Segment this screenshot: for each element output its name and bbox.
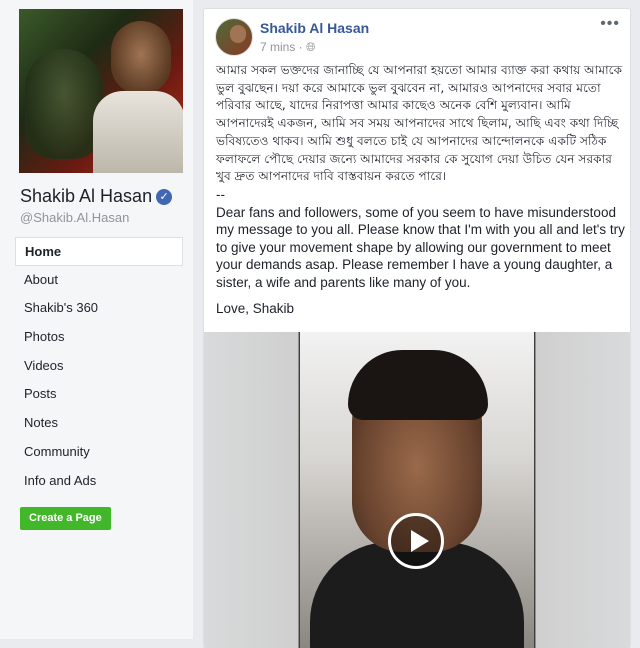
create-page-button[interactable]: Create a Page — [20, 507, 111, 530]
page-nav: Home About Shakib's 360 Photos Videos Po… — [15, 237, 183, 495]
post-meta: 7 mins · 🌐︎ — [260, 40, 316, 54]
page-handle[interactable]: @Shakib.Al.Hasan — [20, 210, 129, 225]
globe-icon: 🌐︎ — [306, 40, 316, 54]
video-figure-hair — [348, 350, 488, 420]
nav-item-posts[interactable]: Posts — [15, 380, 183, 409]
post-text-english: Dear fans and followers, some of you see… — [216, 204, 625, 290]
verified-check-icon: ✓ — [156, 189, 173, 205]
video-frame — [300, 332, 534, 648]
page-title[interactable]: Shakib Al Hasan ✓ — [20, 186, 173, 207]
nav-item-notes[interactable]: Notes — [15, 409, 183, 438]
post-text-bangla: আমার সকল ভক্তদের জানাচ্ছি যে আপনারা হয়ত… — [216, 63, 623, 184]
nav-item-home[interactable]: Home — [15, 237, 183, 266]
post-body: আমার সকল ভক্তদের জানাচ্ছি যে আপনারা হয়ত… — [216, 62, 626, 318]
cover-figure-face — [111, 21, 171, 95]
cover-figure-left — [25, 49, 103, 159]
post-card: Shakib Al Hasan 7 mins · 🌐︎ ••• আমার সকল… — [203, 8, 631, 648]
page-title-text[interactable]: Shakib Al Hasan — [20, 186, 152, 206]
nav-item-videos[interactable]: Videos — [15, 352, 183, 381]
nav-item-photos[interactable]: Photos — [15, 323, 183, 352]
post-author[interactable]: Shakib Al Hasan — [260, 20, 369, 36]
nav-item-about[interactable]: About — [15, 266, 183, 295]
profile-picture[interactable] — [19, 9, 183, 173]
post-signoff: Love, Shakib — [216, 301, 295, 317]
author-avatar[interactable] — [215, 18, 253, 56]
nav-item-community[interactable]: Community — [15, 438, 183, 467]
post-separator: -- — [216, 186, 225, 202]
post-timestamp[interactable]: 7 mins — [260, 40, 295, 54]
more-options-icon[interactable]: ••• — [600, 15, 620, 33]
nav-item-360[interactable]: Shakib's 360 — [15, 294, 183, 323]
page-sidebar: Shakib Al Hasan ✓ @Shakib.Al.Hasan Home A… — [0, 0, 193, 639]
play-icon[interactable] — [388, 513, 444, 569]
nav-item-info-ads[interactable]: Info and Ads — [15, 467, 183, 496]
post-video[interactable] — [204, 332, 630, 648]
cover-figure-shirt — [93, 91, 183, 173]
